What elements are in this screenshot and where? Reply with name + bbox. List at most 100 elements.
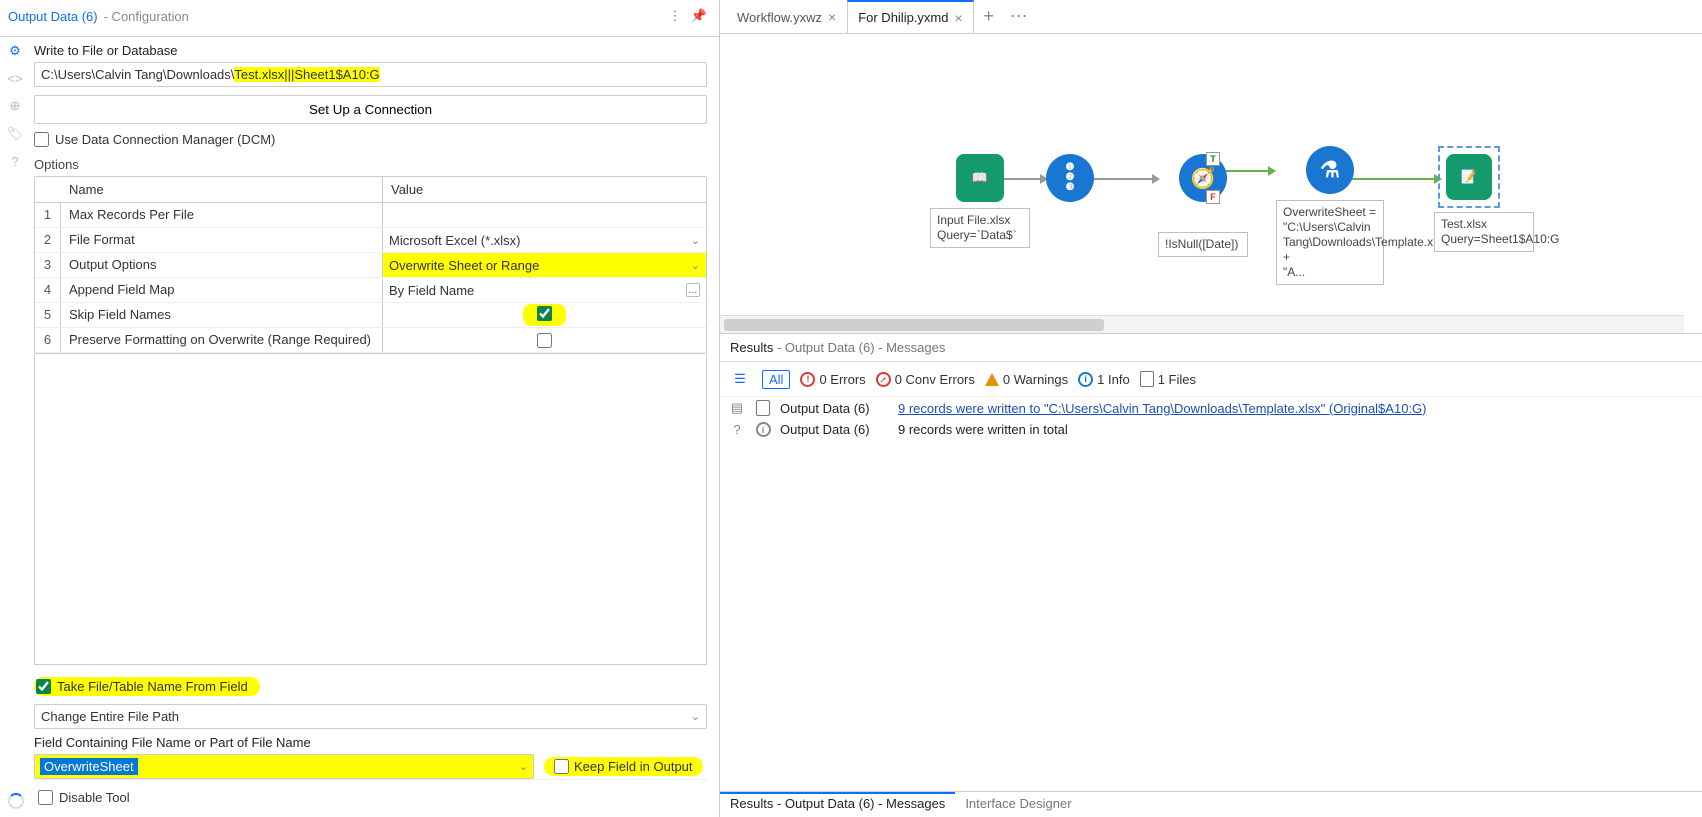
option-row-file-format[interactable]: 2 File Format Microsoft Excel (*.xlsx)⌄ [35, 228, 706, 253]
take-file-name-label: Take File/Table Name From Field [57, 679, 248, 694]
workflow-canvas[interactable]: 📖 Input File.xlsx Query=`Data$` ❶❷❸ 🧭 T … [720, 34, 1702, 334]
file-icon [1140, 371, 1154, 387]
pin-icon[interactable]: 📌 [687, 4, 711, 28]
dcm-checkbox[interactable] [34, 132, 49, 147]
config-header: Output Data (6) - Configuration ⋮ 📌 [0, 0, 719, 37]
copy-icon[interactable]: ▤ [728, 400, 746, 416]
scrollbar-thumb[interactable] [724, 319, 1104, 331]
option-row-skip-field-names[interactable]: 5 Skip Field Names [35, 303, 706, 328]
bottom-tab-results[interactable]: Results - Output Data (6) - Messages [720, 792, 955, 817]
preserve-format-checkbox[interactable] [537, 333, 552, 348]
skip-field-names-checkbox[interactable] [537, 306, 552, 321]
tag-icon[interactable]: 🏷 [7, 126, 24, 142]
options-label: Options [34, 157, 707, 172]
dcm-checkbox-row[interactable]: Use Data Connection Manager (DCM) [34, 132, 707, 147]
file-icon [756, 400, 770, 416]
anchor-true-icon[interactable]: T [1206, 152, 1220, 166]
filter-errors[interactable]: !0 Errors [800, 372, 865, 387]
disable-tool-checkbox[interactable] [38, 790, 53, 805]
filter-conv-errors[interactable]: !0 Conv Errors [876, 372, 975, 387]
filter-files[interactable]: 1 Files [1140, 371, 1196, 387]
ellipsis-button[interactable]: … [686, 283, 700, 297]
help-icon[interactable]: ? [728, 422, 746, 437]
config-content: Write to File or Database C:\Users\Calvi… [30, 37, 719, 817]
option-row-max-records[interactable]: 1 Max Records Per File [35, 203, 706, 228]
list-view-icon[interactable]: ☰ [728, 367, 752, 391]
dcm-label: Use Data Connection Manager (DCM) [55, 132, 275, 147]
output-node-label-wrap: Test.xlsx Query=Sheet1$A10:G [1434, 206, 1534, 252]
tab-overflow-button[interactable]: ⋯ [1004, 6, 1034, 27]
gear-icon[interactable]: ⚙ [9, 43, 21, 59]
take-file-name-checkbox[interactable] [36, 679, 51, 694]
tab-workflow[interactable]: Workflow.yxwz × [726, 0, 847, 33]
message-file-link[interactable]: 9 records were written to "C:\Users\Calv… [898, 401, 1426, 416]
canvas-node-select[interactable]: ❶❷❸ [1046, 154, 1094, 202]
conv-error-icon: ! [873, 368, 894, 389]
config-tab-strip: ⚙ <> ⊕ 🏷 ? [0, 37, 30, 817]
anchor-false-icon[interactable]: F [1206, 190, 1220, 204]
close-icon[interactable]: × [828, 9, 836, 25]
message-row-file[interactable]: ▤ Output Data (6) 9 records were written… [720, 397, 1702, 419]
filter-info[interactable]: i1 Info [1078, 372, 1130, 387]
field-name-select[interactable]: OverwriteSheet ⌄ [34, 754, 534, 779]
path-prefix: C:\Users\Calvin Tang\Downloads\ [41, 67, 234, 82]
output-tool-icon: 📝 [1446, 154, 1492, 200]
col-name: Name [61, 177, 383, 202]
error-icon: ! [800, 372, 815, 387]
canvas-node-formula[interactable]: ⚗ OverwriteSheet = "C:\Users\Calvin Tang… [1276, 146, 1384, 285]
chevron-down-icon[interactable]: ⌄ [691, 234, 700, 247]
info-icon: i [1078, 372, 1093, 387]
tab-for-dhilip[interactable]: For Dhilip.yxmd × [847, 0, 973, 33]
keep-field-row[interactable]: Keep Field in Output [544, 757, 703, 776]
path-highlighted: Test.xlsx|||Sheet1$A10:G [234, 67, 379, 82]
config-panel: Output Data (6) - Configuration ⋮ 📌 ⚙ <>… [0, 0, 720, 817]
option-row-append-field-map[interactable]: 4 Append Field Map By Field Name… [35, 278, 706, 303]
config-body: ⚙ <> ⊕ 🏷 ? Write to File or Database C:\… [0, 37, 719, 817]
help-icon[interactable]: ? [11, 154, 18, 169]
canvas-node-filter[interactable]: 🧭 T F !IsNull([Date]) [1158, 154, 1248, 257]
output-node-label: Test.xlsx Query=Sheet1$A10:G [1434, 212, 1534, 252]
plus-circle-icon[interactable]: ⊕ [10, 98, 21, 114]
config-title: Output Data (6) [8, 9, 98, 24]
chevron-down-icon: ⌄ [691, 710, 700, 723]
new-tab-button[interactable]: + [974, 6, 1004, 27]
warning-icon [985, 373, 999, 386]
col-value: Value [383, 177, 706, 202]
option-row-preserve-format[interactable]: 6 Preserve Formatting on Overwrite (Rang… [35, 328, 706, 353]
filter-all[interactable]: All [762, 370, 790, 389]
more-icon[interactable]: ⋮ [663, 4, 687, 28]
file-path-input[interactable]: C:\Users\Calvin Tang\Downloads\Test.xlsx… [34, 62, 707, 87]
keep-field-checkbox[interactable] [554, 759, 569, 774]
formula-node-label: OverwriteSheet = "C:\Users\Calvin Tang\D… [1276, 200, 1384, 285]
formula-tool-icon: ⚗ [1306, 146, 1354, 194]
close-icon[interactable]: × [954, 10, 962, 26]
options-table: Name Value 1 Max Records Per File 2 File… [34, 176, 707, 354]
record-id-tool-icon: ❶❷❸ [1046, 154, 1094, 202]
results-header: Results - Output Data (6) - Messages [720, 334, 1702, 362]
results-filter-bar: ☰ All !0 Errors !0 Conv Errors 0 Warning… [720, 362, 1702, 397]
document-tab-bar: Workflow.yxwz × For Dhilip.yxmd × + ⋯ [720, 0, 1702, 34]
options-empty-area [34, 354, 707, 665]
disable-tool-row[interactable]: Disable Tool [34, 779, 707, 811]
option-row-output-options[interactable]: 3 Output Options Overwrite Sheet or Rang… [35, 253, 706, 278]
bottom-tab-interface-designer[interactable]: Interface Designer [955, 792, 1081, 817]
setup-connection-button[interactable]: Set Up a Connection [34, 95, 707, 124]
xml-icon[interactable]: <> [7, 71, 22, 86]
right-pane: Workflow.yxwz × For Dhilip.yxmd × + ⋯ 📖 … [720, 0, 1702, 817]
chevron-down-icon: ⌄ [519, 760, 528, 773]
take-file-name-row[interactable]: Take File/Table Name From Field [34, 677, 260, 696]
canvas-node-input[interactable]: 📖 Input File.xlsx Query=`Data$` [930, 154, 1030, 248]
loading-spinner-icon [8, 793, 24, 809]
filter-node-label: !IsNull([Date]) [1158, 232, 1248, 257]
input-tool-icon: 📖 [956, 154, 1004, 202]
canvas-h-scrollbar[interactable] [720, 315, 1684, 333]
chevron-down-icon[interactable]: ⌄ [691, 259, 700, 272]
message-row-info[interactable]: ? i Output Data (6) 9 records were writt… [720, 419, 1702, 440]
canvas-node-output[interactable]: 📝 [1438, 146, 1500, 208]
change-path-select[interactable]: Change Entire File Path ⌄ [34, 704, 707, 729]
info-icon: i [756, 422, 771, 437]
filter-warnings[interactable]: 0 Warnings [985, 372, 1068, 387]
input-node-label: Input File.xlsx Query=`Data$` [930, 208, 1030, 248]
write-to-label: Write to File or Database [34, 43, 707, 58]
bottom-tab-bar: Results - Output Data (6) - Messages Int… [720, 791, 1702, 817]
